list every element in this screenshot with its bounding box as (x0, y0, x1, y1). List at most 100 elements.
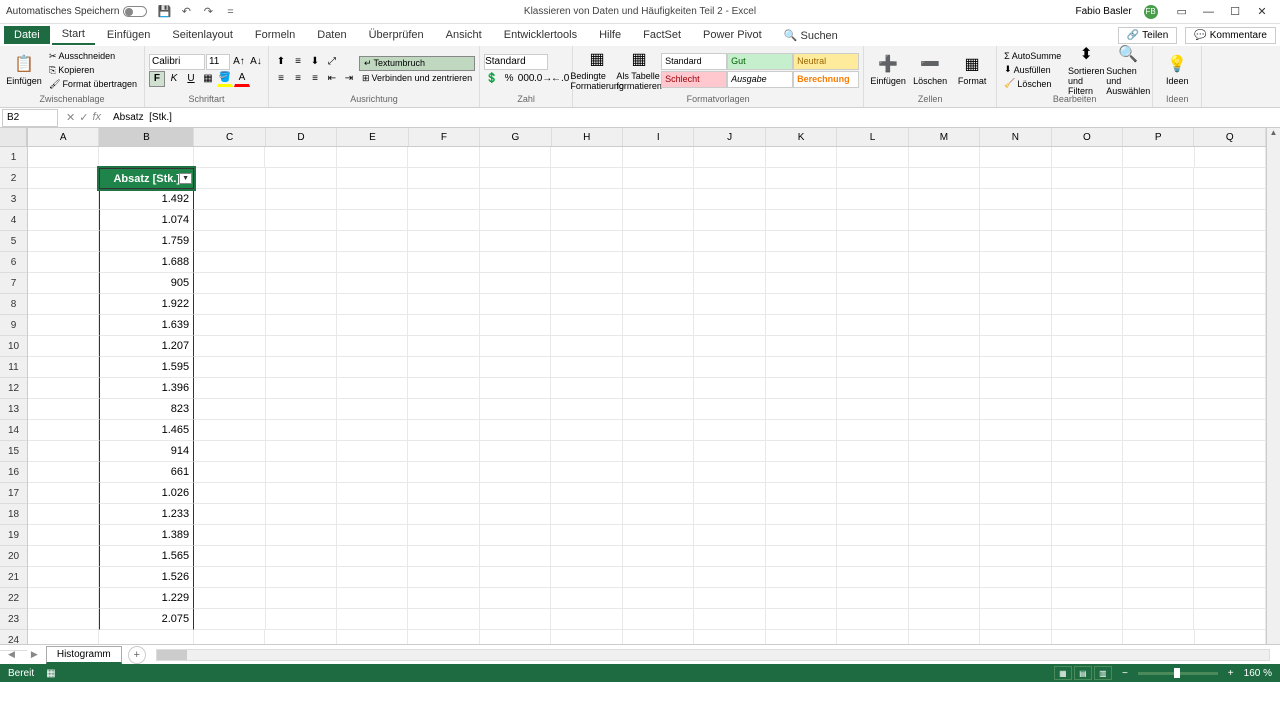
cell-N1[interactable] (980, 147, 1051, 168)
equals-icon[interactable]: = (223, 5, 237, 19)
redo-icon[interactable]: ↷ (201, 5, 215, 19)
cell-L8[interactable] (837, 294, 908, 315)
cell-D8[interactable] (266, 294, 337, 315)
cell-D7[interactable] (266, 273, 337, 294)
cell-K15[interactable] (766, 441, 837, 462)
cell-I2[interactable] (623, 168, 694, 189)
cell-L3[interactable] (837, 189, 908, 210)
row-header-15[interactable]: 15 (0, 441, 27, 462)
tab-entwicklertools[interactable]: Entwicklertools (494, 26, 587, 44)
cell-Q10[interactable] (1194, 336, 1265, 357)
cell-B23[interactable]: 2.075 (99, 609, 194, 630)
cell-M24[interactable] (909, 630, 980, 644)
currency-icon[interactable]: 💲 (484, 71, 500, 87)
cell-N7[interactable] (980, 273, 1051, 294)
cell-A23[interactable] (28, 609, 99, 630)
delete-cells-button[interactable]: ➖Löschen (910, 52, 950, 88)
cell-A5[interactable] (28, 231, 99, 252)
sheet-tab-histogramm[interactable]: Histogramm (46, 646, 122, 664)
cell-F6[interactable] (408, 252, 479, 273)
cell-G9[interactable] (480, 315, 551, 336)
cell-M16[interactable] (909, 462, 980, 483)
cell-H18[interactable] (551, 504, 622, 525)
cell-Q21[interactable] (1194, 567, 1265, 588)
cell-C21[interactable] (194, 567, 265, 588)
cell-N11[interactable] (980, 357, 1051, 378)
align-right-icon[interactable]: ≡ (307, 71, 323, 87)
cell-D10[interactable] (266, 336, 337, 357)
cell-E13[interactable] (337, 399, 408, 420)
cell-P11[interactable] (1123, 357, 1194, 378)
cell-K17[interactable] (766, 483, 837, 504)
page-break-view-icon[interactable]: ▥ (1094, 666, 1112, 680)
cell-Q2[interactable] (1194, 168, 1265, 189)
font-color-button[interactable]: A (234, 71, 250, 87)
row-header-21[interactable]: 21 (0, 567, 27, 588)
cell-N9[interactable] (980, 315, 1051, 336)
cell-H16[interactable] (551, 462, 622, 483)
cell-G12[interactable] (480, 378, 551, 399)
cell-L20[interactable] (837, 546, 908, 567)
row-header-23[interactable]: 23 (0, 609, 27, 630)
cell-J1[interactable] (694, 147, 765, 168)
autosave-toggle[interactable]: Automatisches Speichern (6, 6, 147, 17)
cell-J3[interactable] (694, 189, 765, 210)
row-header-13[interactable]: 13 (0, 399, 27, 420)
cell-I15[interactable] (623, 441, 694, 462)
cell-D17[interactable] (266, 483, 337, 504)
cell-D3[interactable] (266, 189, 337, 210)
cell-N6[interactable] (980, 252, 1051, 273)
col-header-N[interactable]: N (980, 128, 1051, 146)
cell-F23[interactable] (408, 609, 479, 630)
cell-Q9[interactable] (1194, 315, 1265, 336)
col-header-C[interactable]: C (194, 128, 265, 146)
cell-F19[interactable] (408, 525, 479, 546)
cell-C23[interactable] (194, 609, 265, 630)
cell-I22[interactable] (623, 588, 694, 609)
cells-area[interactable]: Absatz [Stk.]1.4921.0741.7591.6889051.92… (28, 147, 1266, 644)
cell-C19[interactable] (194, 525, 265, 546)
cell-L9[interactable] (837, 315, 908, 336)
cell-D21[interactable] (266, 567, 337, 588)
style-gut[interactable]: Gut (727, 53, 793, 70)
cell-H3[interactable] (551, 189, 622, 210)
col-header-E[interactable]: E (337, 128, 408, 146)
cell-J17[interactable] (694, 483, 765, 504)
select-all-corner[interactable] (0, 128, 27, 147)
cell-A20[interactable] (28, 546, 99, 567)
cell-L11[interactable] (837, 357, 908, 378)
cell-K8[interactable] (766, 294, 837, 315)
undo-icon[interactable]: ↶ (179, 5, 193, 19)
cell-B3[interactable]: 1.492 (99, 189, 194, 210)
cell-N24[interactable] (980, 630, 1051, 644)
cell-M23[interactable] (909, 609, 980, 630)
cell-G8[interactable] (480, 294, 551, 315)
cell-E17[interactable] (337, 483, 408, 504)
cell-C4[interactable] (194, 210, 265, 231)
cell-P3[interactable] (1123, 189, 1194, 210)
cell-L21[interactable] (837, 567, 908, 588)
cell-Q6[interactable] (1194, 252, 1265, 273)
cell-P24[interactable] (1123, 630, 1194, 644)
cell-M22[interactable] (909, 588, 980, 609)
cell-J7[interactable] (694, 273, 765, 294)
cell-Q14[interactable] (1194, 420, 1265, 441)
cell-B1[interactable] (99, 147, 193, 168)
cell-K1[interactable] (766, 147, 837, 168)
cell-J19[interactable] (694, 525, 765, 546)
cell-N3[interactable] (980, 189, 1051, 210)
cell-G10[interactable] (480, 336, 551, 357)
row-header-11[interactable]: 11 (0, 357, 27, 378)
fill-button[interactable]: ⬇ Ausfüllen (1001, 63, 1064, 76)
row-header-20[interactable]: 20 (0, 546, 27, 567)
cell-Q22[interactable] (1194, 588, 1265, 609)
cell-E2[interactable] (337, 168, 408, 189)
cell-E18[interactable] (337, 504, 408, 525)
cell-P10[interactable] (1123, 336, 1194, 357)
cell-E19[interactable] (337, 525, 408, 546)
col-header-L[interactable]: L (837, 128, 908, 146)
row-header-10[interactable]: 10 (0, 336, 27, 357)
cell-L23[interactable] (837, 609, 908, 630)
cell-L13[interactable] (837, 399, 908, 420)
cell-C8[interactable] (194, 294, 265, 315)
